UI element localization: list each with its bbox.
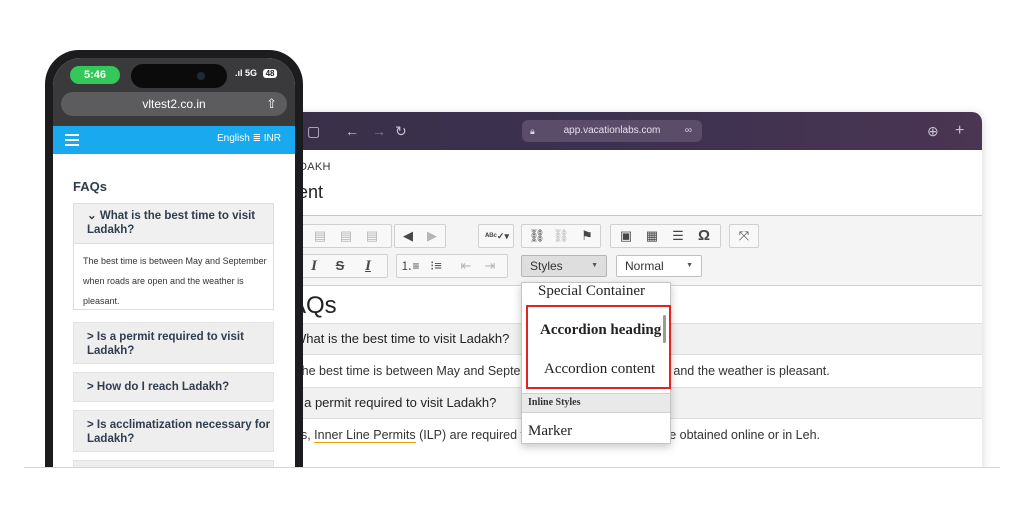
dynamic-island <box>131 64 227 88</box>
style-special-container[interactable]: Special Container <box>522 283 670 304</box>
insert-group: ▣ ▦ ☰ Ω <box>610 224 721 248</box>
url-text: app.vacationlabs.com <box>563 125 661 136</box>
style-marker[interactable]: Marker <box>522 419 670 443</box>
sidebar-icon[interactable]: ▢ <box>307 122 320 140</box>
chevron-right-icon: > <box>87 381 97 393</box>
outdent-icon[interactable]: ⇤ <box>455 255 477 277</box>
remove-format-icon[interactable]: I <box>357 255 379 277</box>
faq-accordion-open[interactable]: ⌄ What is the best time to visit Ladakh?… <box>73 203 274 310</box>
signal-icon: .ıl <box>235 68 243 78</box>
chevron-down-icon: ⌄ <box>87 210 100 222</box>
download-icon[interactable]: ⊕ <box>927 122 939 140</box>
image-icon[interactable]: ▣ <box>615 225 637 247</box>
bullet-list-icon[interactable]: ⁝≡ <box>425 255 447 277</box>
stack-icon: ≣ <box>252 133 264 144</box>
special-char-icon[interactable]: Ω <box>693 225 715 247</box>
phone-address-bar[interactable]: vltest2.co.in ⇧ <box>61 92 287 116</box>
styles-label: Styles <box>530 259 563 273</box>
faq-question-text: Is acclimatization necessary for Ladakh? <box>87 419 271 445</box>
spellcheck-icon[interactable]: ᴬᴮᶜ✓▾ <box>481 225 513 247</box>
faq-question-text: What is the best time to visit Ladakh? <box>87 210 256 236</box>
forward-icon[interactable]: → <box>372 122 386 140</box>
format-label: Normal <box>625 259 664 273</box>
faq-accordion-item[interactable]: > Is acclimatization necessary for Ladak… <box>73 410 274 452</box>
hamburger-icon[interactable] <box>65 134 79 146</box>
chevron-down-icon: ▼ <box>686 262 693 269</box>
address-bar[interactable]: 🔒︎ app.vacationlabs.com ∞ <box>522 120 702 142</box>
reload-icon[interactable]: ↻ <box>395 122 407 140</box>
inline-styles-section: Inline Styles <box>522 393 670 413</box>
unlink-icon[interactable]: ⛓ <box>550 225 572 247</box>
maximize-icon[interactable]: ⤧ <box>733 225 755 247</box>
editor-toolbar: ⎘ ▤ ▤ ▤ ◀ ▶ ᴬᴮᶜ✓▾ ⛓ ⛓ ⚑ ▣ <box>276 216 982 286</box>
link-group: ⛓ ⛓ ⚑ <box>521 224 601 248</box>
highlight-annotation <box>526 305 671 389</box>
status-indicators: .ıl 5G 48 <box>235 68 278 78</box>
list-group: ⒈≡ ⁝≡ ⇤ ⇥ <box>396 254 508 278</box>
chevron-right-icon: > <box>87 419 97 431</box>
link-icon[interactable]: ∞ <box>685 120 692 142</box>
stage: ▢ ← → ↻ 🔒︎ app.vacationlabs.com ∞ ⊕ + DA… <box>0 0 1024 515</box>
spellcheck-group: ᴬᴮᶜ✓▾ <box>478 224 514 248</box>
link-icon[interactable]: ⛓ <box>526 225 548 247</box>
phone-screen: 5:46 .ıl 5G 48 vltest2.co.in ⇧ English ≣ <box>53 58 295 515</box>
maximize-group: ⤧ <box>729 224 759 248</box>
ilp-link[interactable]: Inner Line Permits <box>314 428 416 443</box>
language-currency[interactable]: English ≣ INR <box>217 133 281 144</box>
indent-icon[interactable]: ⇥ <box>479 255 501 277</box>
breadcrumb: DAKH <box>299 161 331 173</box>
paste-icon[interactable]: ▤ <box>309 225 331 247</box>
table-icon[interactable]: ▦ <box>641 225 663 247</box>
chevron-right-icon: > <box>87 331 97 343</box>
faq-accordion-item[interactable]: > How do I reach Ladakh? <box>73 372 274 402</box>
chevron-down-icon: ▼ <box>591 262 598 269</box>
share-icon[interactable]: ⇧ <box>266 92 277 116</box>
strike-icon[interactable]: S <box>329 255 351 277</box>
faq-title: FAQs <box>73 179 107 194</box>
phone-url: vltest2.co.in <box>142 97 206 111</box>
faq-question-text: How do I reach Ladakh? <box>96 381 230 393</box>
faq-answer: The best time is between May and Septemb… <box>83 256 267 306</box>
site-nav: English ≣ INR <box>53 126 295 154</box>
network-type: 5G <box>245 68 258 78</box>
numbered-list-icon[interactable]: ⒈≡ <box>399 255 421 277</box>
undo-group: ◀ ▶ <box>394 224 446 248</box>
new-tab-icon[interactable]: + <box>955 122 964 140</box>
status-area: 5:46 .ıl 5G 48 vltest2.co.in ⇧ <box>53 58 295 126</box>
status-time: 5:46 <box>70 66 120 84</box>
paste-text-icon[interactable]: ▤ <box>335 225 357 247</box>
camera-icon <box>197 72 205 80</box>
paste-word-icon[interactable]: ▤ <box>361 225 383 247</box>
styles-dropdown[interactable]: Styles ▼ <box>521 255 607 277</box>
currency-label: INR <box>263 133 281 144</box>
browser-toolbar: ▢ ← → ↻ 🔒︎ app.vacationlabs.com ∞ ⊕ + <box>255 112 982 150</box>
battery-icon: 48 <box>262 69 278 78</box>
italic-icon[interactable]: I <box>303 255 325 277</box>
redo-icon[interactable]: ▶ <box>421 225 443 247</box>
faq-question-text: Is a permit required to visit Ladakh? <box>87 331 244 357</box>
faq-accordion-item[interactable]: > Is a permit required to visit Ladakh? <box>73 322 274 364</box>
bottom-fade <box>0 468 1024 515</box>
horizontal-line-icon[interactable]: ☰ <box>667 225 689 247</box>
language-label: English <box>217 133 250 144</box>
back-icon[interactable]: ← <box>345 122 359 140</box>
faq-question[interactable]: ⌄ What is the best time to visit Ladakh? <box>74 204 273 244</box>
format-dropdown[interactable]: Normal ▼ <box>616 255 702 277</box>
anchor-flag-icon[interactable]: ⚑ <box>576 225 598 247</box>
undo-icon[interactable]: ◀ <box>397 225 419 247</box>
phone-mockup: 5:46 .ıl 5G 48 vltest2.co.in ⇧ English ≣ <box>45 50 303 515</box>
